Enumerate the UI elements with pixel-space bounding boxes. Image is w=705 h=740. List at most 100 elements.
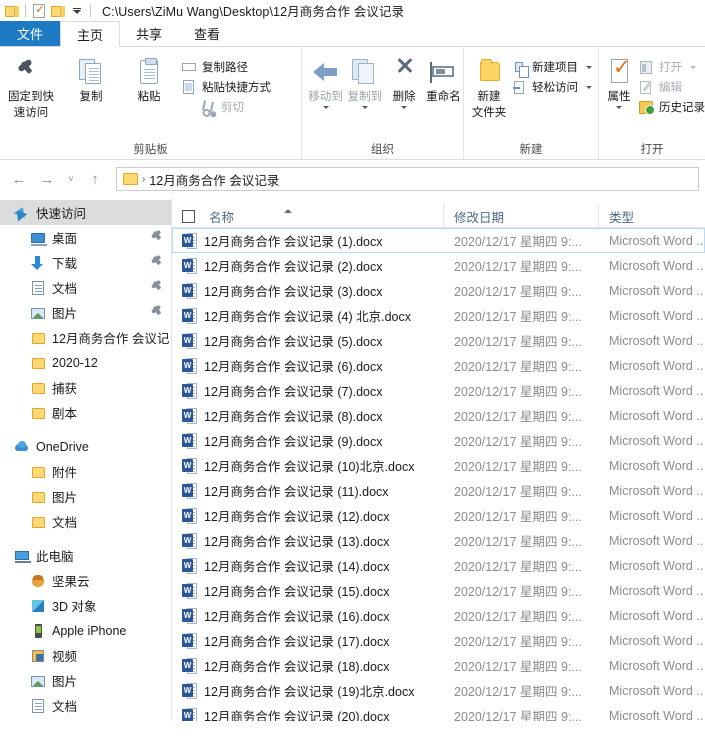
new-folder-button[interactable]: 新建 文件夹	[470, 50, 508, 120]
table-row[interactable]: W 12月商务合作 会议记录 (16).docx 2020/12/17 星期四 9:…	[172, 603, 705, 628]
file-name-cell[interactable]: W 12月商务合作 会议记录 (12).docx	[173, 506, 445, 525]
file-name-cell[interactable]: W 12月商务合作 会议记录 (16).docx	[173, 606, 445, 625]
table-row[interactable]: W 12月商务合作 会议记录 (2).docx 2020/12/17 星期四 9:.…	[172, 253, 705, 278]
move-to-caret-icon[interactable]	[322, 106, 329, 109]
sidebar-item-视频[interactable]: 视频	[0, 643, 171, 668]
table-row[interactable]: W 12月商务合作 会议记录 (4) 北京.docx 2020/12/17 星期四 …	[172, 303, 705, 328]
open-button[interactable]: 打开	[635, 57, 705, 77]
move-to-button[interactable]: 移动到	[306, 50, 345, 109]
table-row[interactable]: W 12月商务合作 会议记录 (7).docx 2020/12/17 星期四 9:.…	[172, 378, 705, 403]
back-button[interactable]: ←	[6, 166, 32, 192]
select-all-checkbox[interactable]	[182, 209, 195, 223]
new-item-caret-icon[interactable]	[586, 65, 592, 69]
sidebar-item-快速访问[interactable]: 快速访问	[0, 200, 171, 225]
table-row[interactable]: W 12月商务合作 会议记录 (14).docx 2020/12/17 星期四 9:…	[172, 553, 705, 578]
sidebar-item-文档[interactable]: 文档	[0, 275, 171, 300]
customize-chevron-icon[interactable]	[69, 3, 85, 19]
breadcrumb[interactable]: 12月商务合作 会议记录	[149, 170, 279, 189]
sidebar-item-onedrive[interactable]: OneDrive	[0, 434, 171, 459]
table-row[interactable]: W 12月商务合作 会议记录 (10)北京.docx 2020/12/17 星期四 …	[172, 453, 705, 478]
recent-locations-chevron-icon[interactable]: ˅	[62, 166, 80, 192]
file-name-cell[interactable]: W 12月商务合作 会议记录 (14).docx	[173, 556, 445, 575]
file-name-cell[interactable]: W 12月商务合作 会议记录 (4) 北京.docx	[173, 306, 445, 325]
paste-shortcut-button[interactable]: 粘贴快捷方式	[178, 77, 277, 97]
file-name-cell[interactable]: W 12月商务合作 会议记录 (19)北京.docx	[173, 681, 445, 700]
pin-icon[interactable]	[152, 230, 162, 241]
sidebar-item-图片[interactable]: 图片	[0, 668, 171, 693]
file-name-cell[interactable]: W 12月商务合作 会议记录 (10)北京.docx	[173, 456, 445, 475]
file-name-cell[interactable]: W 12月商务合作 会议记录 (9).docx	[173, 431, 445, 450]
column-header-type[interactable]: 类型	[599, 205, 705, 227]
sidebar-item-剧本[interactable]: 剧本	[0, 400, 171, 425]
paste-button[interactable]: 粘贴	[120, 50, 178, 104]
delete-caret-icon[interactable]	[401, 106, 408, 109]
cut-button[interactable]: 剪切	[178, 97, 277, 117]
navigation-pane[interactable]: 快速访问 桌面 下载 文档 图片 12月商务合作 会议记 2020-12 捕获 剧本 OneDri…	[0, 198, 172, 721]
table-row[interactable]: W 12月商务合作 会议记录 (1).docx 2020/12/17 星期四 9:.…	[172, 228, 705, 253]
delete-button[interactable]: 删除	[385, 50, 424, 109]
file-name-cell[interactable]: W 12月商务合作 会议记录 (11).docx	[173, 481, 445, 500]
table-row[interactable]: W 12月商务合作 会议记录 (8).docx 2020/12/17 星期四 9:.…	[172, 403, 705, 428]
sidebar-item-图片[interactable]: 图片	[0, 484, 171, 509]
breadcrumb-separator-icon[interactable]: ›	[142, 174, 145, 185]
properties-caret-icon[interactable]	[616, 106, 622, 109]
table-row[interactable]: W 12月商务合作 会议记录 (3).docx 2020/12/17 星期四 9:.…	[172, 278, 705, 303]
easy-access-caret-icon[interactable]	[586, 85, 592, 89]
file-name-cell[interactable]: W 12月商务合作 会议记录 (6).docx	[173, 356, 445, 375]
tab-share[interactable]: 共享	[120, 21, 178, 46]
sidebar-item-apple-iphone[interactable]: Apple iPhone	[0, 618, 171, 643]
pin-to-quick-access-button[interactable]: 固定到快 速访问	[0, 50, 62, 120]
file-name-cell[interactable]: W 12月商务合作 会议记录 (13).docx	[173, 531, 445, 550]
sidebar-item-桌面[interactable]: 桌面	[0, 225, 171, 250]
file-name-cell[interactable]: W 12月商务合作 会议记录 (3).docx	[173, 281, 445, 300]
table-row[interactable]: W 12月商务合作 会议记录 (15).docx 2020/12/17 星期四 9:…	[172, 578, 705, 603]
rename-button[interactable]: 重命名	[424, 50, 463, 104]
sidebar-item-文档[interactable]: 文档	[0, 693, 171, 718]
pin-icon[interactable]	[152, 305, 162, 316]
file-name-cell[interactable]: W 12月商务合作 会议记录 (20).docx	[173, 706, 445, 721]
easy-access-button[interactable]: 轻松访问	[508, 77, 598, 97]
column-header-name[interactable]: 名称	[172, 205, 444, 227]
copy-to-caret-icon[interactable]	[361, 106, 368, 109]
history-button[interactable]: 历史记录	[635, 97, 705, 117]
pin-icon[interactable]	[152, 255, 162, 266]
table-row[interactable]: W 12月商务合作 会议记录 (9).docx 2020/12/17 星期四 9:.…	[172, 428, 705, 453]
table-row[interactable]: W 12月商务合作 会议记录 (12).docx 2020/12/17 星期四 9:…	[172, 503, 705, 528]
up-button[interactable]: ↑	[82, 166, 108, 192]
edit-button[interactable]: 编辑	[635, 77, 705, 97]
properties-button[interactable]: 属性	[603, 50, 635, 109]
sidebar-item-附件[interactable]: 附件	[0, 459, 171, 484]
file-name-cell[interactable]: W 12月商务合作 会议记录 (2).docx	[173, 256, 445, 275]
pin-icon[interactable]	[152, 280, 162, 291]
copy-button[interactable]: 复制	[62, 50, 120, 104]
table-row[interactable]: W 12月商务合作 会议记录 (18).docx 2020/12/17 星期四 9:…	[172, 653, 705, 678]
sidebar-item-3d-对象[interactable]: 3D 对象	[0, 593, 171, 618]
table-row[interactable]: W 12月商务合作 会议记录 (6).docx 2020/12/17 星期四 9:.…	[172, 353, 705, 378]
file-name-cell[interactable]: W 12月商务合作 会议记录 (17).docx	[173, 631, 445, 650]
sidebar-item-下载[interactable]: 下载	[0, 250, 171, 275]
new-folder-icon[interactable]	[50, 3, 66, 19]
sidebar-item-捕获[interactable]: 捕获	[0, 375, 171, 400]
folder-icon[interactable]	[4, 3, 20, 19]
file-name-cell[interactable]: W 12月商务合作 会议记录 (7).docx	[173, 381, 445, 400]
sidebar-item-12月商务合作-会议记[interactable]: 12月商务合作 会议记	[0, 325, 171, 350]
tab-file[interactable]: 文件	[0, 21, 61, 46]
file-name-cell[interactable]: W 12月商务合作 会议记录 (5).docx	[173, 331, 445, 350]
sidebar-item-此电脑[interactable]: 此电脑	[0, 543, 171, 568]
open-caret-icon[interactable]	[690, 65, 696, 69]
new-item-button[interactable]: 新建项目	[508, 57, 598, 78]
table-row[interactable]: W 12月商务合作 会议记录 (17).docx 2020/12/17 星期四 9:…	[172, 628, 705, 653]
file-name-cell[interactable]: W 12月商务合作 会议记录 (15).docx	[173, 581, 445, 600]
sidebar-item-文档[interactable]: 文档	[0, 509, 171, 534]
sidebar-item-2020-12[interactable]: 2020-12	[0, 350, 171, 375]
column-header-date[interactable]: 修改日期	[444, 205, 599, 227]
sidebar-item-坚果云[interactable]: 坚果云	[0, 568, 171, 593]
copy-to-button[interactable]: 复制到	[345, 50, 384, 109]
table-row[interactable]: W 12月商务合作 会议记录 (11).docx 2020/12/17 星期四 9:…	[172, 478, 705, 503]
file-name-cell[interactable]: W 12月商务合作 会议记录 (1).docx	[173, 231, 445, 250]
tab-view[interactable]: 查看	[178, 21, 236, 46]
file-list-pane[interactable]: 名称 修改日期 类型 W 12月商务合作 会议记录 (1).docx 2020/12…	[172, 198, 705, 721]
sidebar-item-下载[interactable]: 下载	[0, 718, 171, 721]
table-row[interactable]: W 12月商务合作 会议记录 (20).docx 2020/12/17 星期四 9:…	[172, 703, 705, 721]
forward-button[interactable]: →	[34, 166, 60, 192]
